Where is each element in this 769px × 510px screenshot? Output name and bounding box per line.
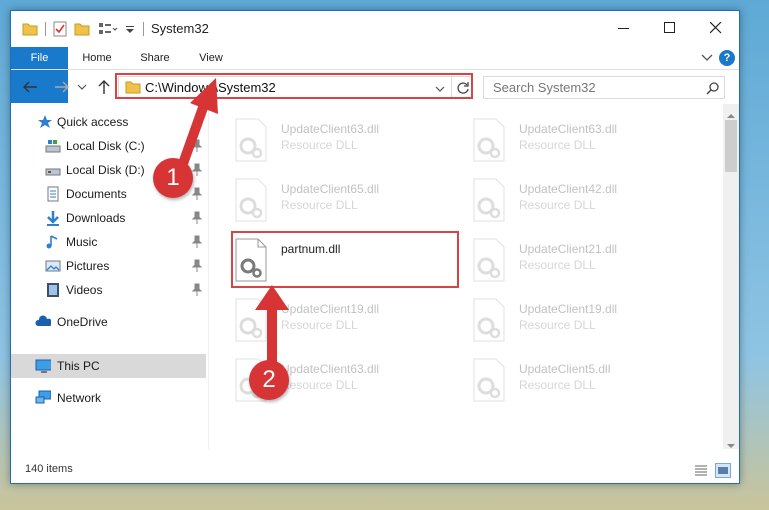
callout-badge-2: 2 xyxy=(249,360,289,400)
annotation-arrows xyxy=(175,78,289,377)
callout-badge-1: 1 xyxy=(153,158,193,198)
